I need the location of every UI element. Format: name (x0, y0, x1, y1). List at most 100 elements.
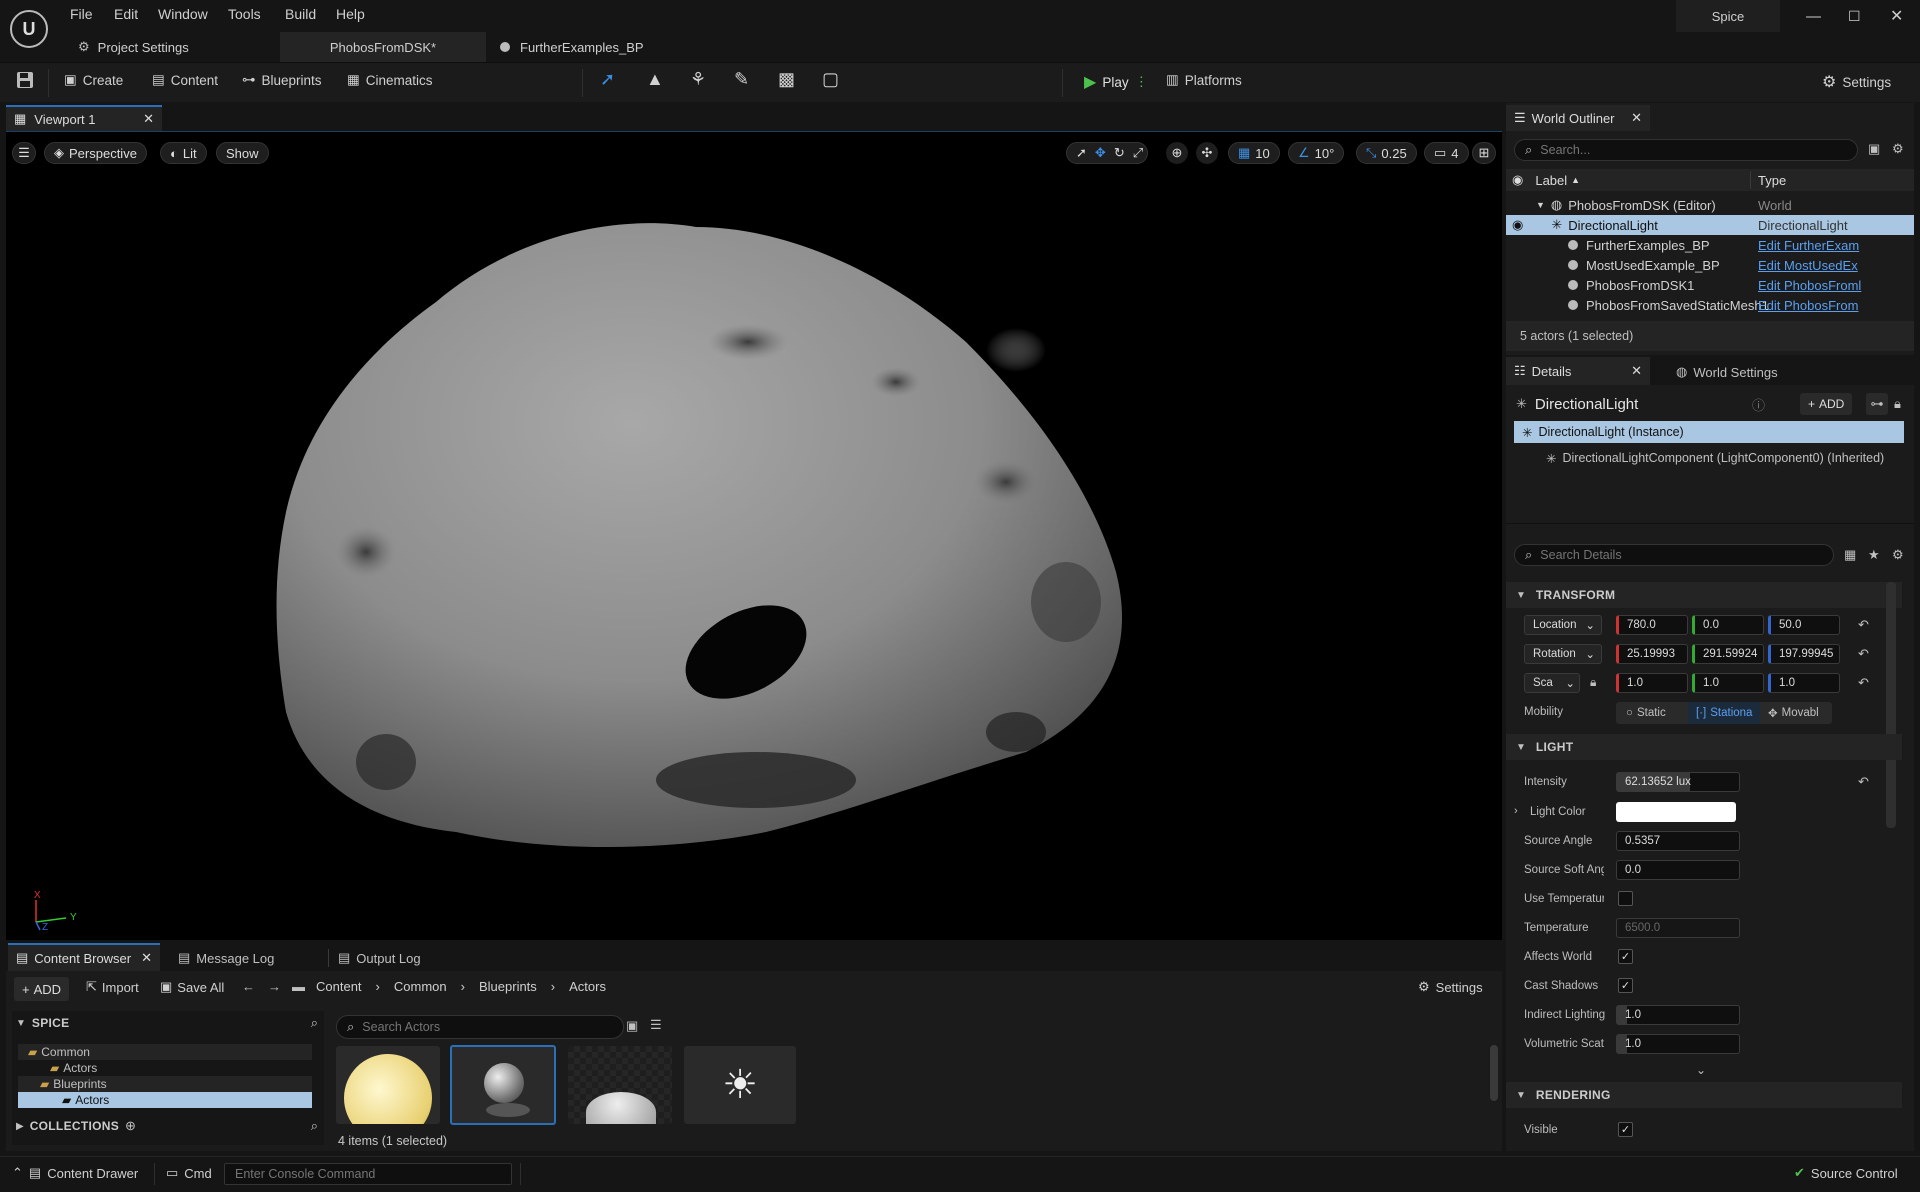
rotation-x-field[interactable]: 25.19993 (1616, 644, 1688, 664)
details-search-input[interactable] (1540, 548, 1811, 562)
add-component-button[interactable]: + ADD (1800, 393, 1853, 415)
create-button[interactable]: ▣ Create (64, 72, 123, 88)
platforms-button[interactable]: ▥ Platforms (1166, 72, 1242, 88)
visibility-eye-icon[interactable]: ◉ (1512, 217, 1523, 233)
fracture-mode-icon[interactable]: ▩ (778, 69, 795, 90)
temperature-field[interactable]: 6500.0 (1616, 918, 1740, 938)
asset-sphere-selected[interactable] (450, 1045, 556, 1125)
brush-edit-icon[interactable]: ▢ (822, 69, 839, 90)
gear-icon[interactable]: ⚙ (1892, 141, 1904, 157)
asset-search-box[interactable]: ⌕ (336, 1015, 624, 1039)
play-button[interactable]: ▶ Play ⋮ (1084, 72, 1148, 92)
menu-file[interactable]: File (70, 6, 93, 22)
tab-details[interactable]: ☷ Details ✕ (1506, 357, 1650, 385)
edit-blueprint-link[interactable]: Edit MostUsedEx (1758, 258, 1908, 273)
location-y-field[interactable]: 0.0 (1692, 615, 1764, 635)
scale-y-field[interactable]: 1.0 (1692, 673, 1764, 693)
save-search-icon[interactable]: ▣ (626, 1018, 638, 1034)
rotation-z-field[interactable]: 197.99945 (1768, 644, 1840, 664)
layout-button[interactable]: ⊞ (1472, 142, 1496, 164)
tab-message-log[interactable]: ▤ Message Log (178, 945, 274, 971)
asset-search-input[interactable] (362, 1020, 603, 1034)
close-icon[interactable]: ✕ (1890, 6, 1903, 26)
save-all-button[interactable]: ▣ Save All (160, 979, 224, 995)
location-z-field[interactable]: 50.0 (1768, 615, 1840, 635)
menu-help[interactable]: Help (336, 6, 365, 22)
actor-name[interactable]: DirectionalLight (1535, 396, 1638, 413)
search-icon[interactable]: ⌕ (311, 1118, 318, 1134)
property-matrix-icon[interactable]: ▦ (1844, 547, 1856, 563)
scale-snap-button[interactable]: ⤡ 0.25 (1356, 142, 1417, 164)
content-button[interactable]: ▤ Content (152, 72, 218, 88)
source-control-button[interactable]: ✔ Source Control (1794, 1165, 1898, 1181)
help-icon[interactable]: ⓘ (1752, 395, 1765, 414)
details-search-box[interactable]: ⌕ (1514, 544, 1834, 566)
breadcrumb-actors[interactable]: Actors (569, 979, 606, 994)
outliner-row-further-examples[interactable]: FurtherExamples_BP Edit FurtherExam (1506, 235, 1914, 255)
location-dropdown[interactable]: Location ⌄ (1524, 615, 1602, 635)
menu-edit[interactable]: Edit (114, 6, 138, 22)
play-options-icon[interactable]: ⋮ (1135, 74, 1149, 90)
close-tab-icon[interactable]: ✕ (1631, 363, 1642, 379)
cb-add-button[interactable]: + ADD (14, 977, 70, 1001)
reset-scale-icon[interactable]: ↶ (1858, 675, 1869, 691)
spice-section-header[interactable]: ▼ SPICE ⌕ (16, 1015, 318, 1031)
reset-intensity-icon[interactable]: ↶ (1858, 774, 1869, 790)
tab-phobos-level[interactable]: PhobosFromDSK* (280, 32, 486, 62)
indirect-lighting-field[interactable]: 1.0 (1616, 1005, 1740, 1025)
asset-sun-material[interactable] (336, 1046, 440, 1124)
reset-location-icon[interactable]: ↶ (1858, 617, 1869, 633)
menu-tools[interactable]: Tools (228, 6, 261, 22)
select-mode-icon[interactable]: ➚ (600, 69, 615, 90)
forward-icon[interactable]: → (268, 979, 281, 994)
collections-section-header[interactable]: ▶ COLLECTIONS ⊕ ⌕ (16, 1118, 318, 1134)
blueprint-convert-icon[interactable]: ⊶ (1866, 393, 1888, 415)
tree-item-blueprints[interactable]: ▰ Blueprints (18, 1076, 312, 1092)
visibility-eye-icon[interactable]: ◉ (1512, 172, 1523, 188)
level-viewport[interactable]: ☰ ◈ Perspective ◐ Lit Show ➚ ✥ ↻ ⤢ ⊕ ✣ ▦… (6, 131, 1502, 940)
translate-tool-icon[interactable]: ✥ (1095, 145, 1106, 161)
source-soft-angle-field[interactable]: 0.0 (1616, 860, 1740, 880)
close-tab-icon[interactable]: ✕ (141, 950, 152, 966)
mesh-paint-icon[interactable]: ✎ (734, 69, 749, 90)
menu-build[interactable]: Build (285, 6, 316, 22)
affects-world-checkbox[interactable]: ✓ (1618, 949, 1633, 964)
import-button[interactable]: ⇱ Import (86, 979, 139, 995)
select-tool-icon[interactable]: ➚ (1076, 145, 1087, 161)
transform-section-header[interactable]: ▼ TRANSFORM (1506, 582, 1902, 608)
tree-item-common[interactable]: ▰ Common (18, 1044, 312, 1060)
grid-snap-button[interactable]: ▦ 10 (1228, 142, 1280, 164)
cast-shadows-checkbox[interactable]: ✓ (1618, 978, 1633, 993)
asset-directional-light[interactable]: ☀ (684, 1046, 796, 1124)
cmd-button[interactable]: ▭ Cmd (166, 1165, 212, 1181)
cb-settings-button[interactable]: ⚙ Settings (1418, 979, 1483, 995)
outliner-search-input[interactable] (1540, 143, 1831, 157)
gear-icon[interactable]: ⚙ (1892, 547, 1904, 563)
component-instance-row[interactable]: ✳ DirectionalLight (Instance) (1514, 421, 1904, 443)
breadcrumb-common[interactable]: Common (394, 979, 447, 994)
mobility-static-button[interactable]: ○ Static (1616, 702, 1688, 724)
reset-rotation-icon[interactable]: ↶ (1858, 646, 1869, 662)
source-angle-field[interactable]: 0.5357 (1616, 831, 1740, 851)
rotation-y-field[interactable]: 291.59924 (1692, 644, 1764, 664)
scale-tool-icon[interactable]: ⤢ (1133, 145, 1143, 161)
show-advanced-chevron-icon[interactable]: ⌄ (1696, 1063, 1706, 1077)
tab-world-outliner[interactable]: ☰ World Outliner ✕ (1506, 105, 1650, 131)
camera-speed-button[interactable]: ▭ 4 (1424, 142, 1469, 164)
volumetric-scattering-field[interactable]: 1.0 (1616, 1034, 1740, 1054)
lit-button[interactable]: ◐ Lit (160, 142, 207, 164)
rotation-snap-button[interactable]: ∠ 10° (1288, 142, 1345, 164)
scale-dropdown[interactable]: Sca ⌄ (1524, 673, 1580, 693)
content-drawer-button[interactable]: ⌃ ▤ Content Drawer (12, 1165, 138, 1181)
lock-icon[interactable]: 🔒︎ (1894, 396, 1901, 412)
asset-phobos-mesh[interactable] (568, 1046, 672, 1124)
world-local-icon[interactable]: ⊕ (1166, 142, 1188, 164)
intensity-field[interactable]: 62.13652 lux (1616, 772, 1740, 792)
perspective-button[interactable]: ◈ Perspective (44, 142, 147, 164)
details-scrollbar[interactable] (1886, 582, 1896, 828)
favorite-star-icon[interactable]: ★ (1868, 547, 1880, 563)
outliner-row-most-used[interactable]: MostUsedExample_BP Edit MostUsedEx (1506, 255, 1914, 275)
location-x-field[interactable]: 780.0 (1616, 615, 1688, 635)
unreal-logo-icon[interactable]: U (10, 10, 48, 48)
scale-x-field[interactable]: 1.0 (1616, 673, 1688, 693)
